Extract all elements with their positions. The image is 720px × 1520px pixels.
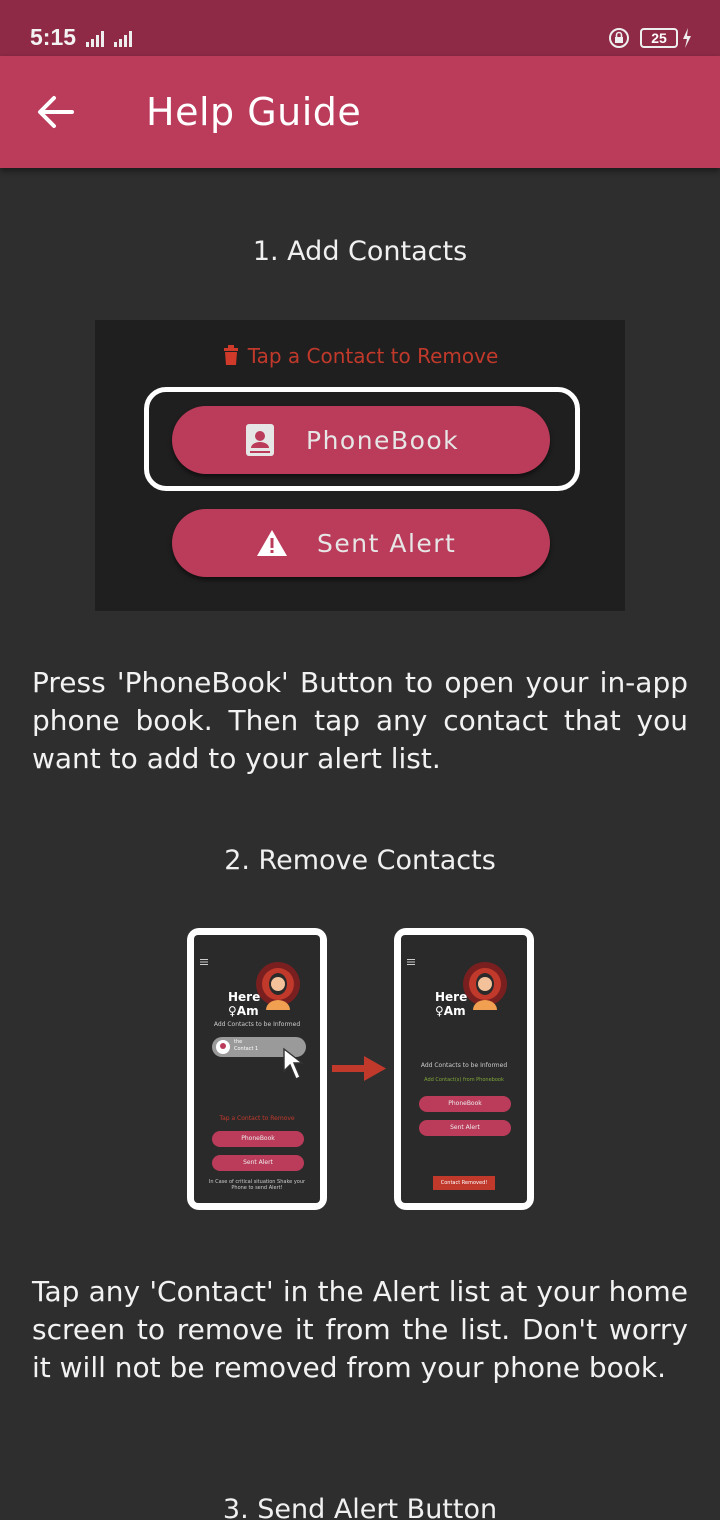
- contact-line1: the: [234, 1039, 243, 1045]
- mini-phonebook: PhoneBook: [419, 1096, 511, 1112]
- phonebook-button-sample: PhoneBook: [172, 406, 550, 474]
- subtitle2: Add Contact(s) from Phonebook: [424, 1077, 504, 1083]
- menu-icon: [407, 959, 415, 965]
- section-heading-send-alert: 3. Send Alert Button: [222, 1494, 498, 1520]
- contact-line2: Contact 1: [234, 1046, 259, 1052]
- mini-sent-alert: Sent Alert: [419, 1120, 511, 1136]
- subtitle: Add Contacts to be Informed: [420, 1062, 508, 1069]
- brand-text: Here ♀Am: [435, 990, 467, 1018]
- phone-before: Here ♀Am Add Contacts to be Informed the …: [187, 928, 327, 1210]
- arrow-right-icon: [332, 1056, 386, 1081]
- contact-avatar-icon: [216, 1040, 230, 1054]
- signal-icon: [86, 31, 104, 47]
- brand-am: ♀Am: [435, 1004, 466, 1018]
- charging-icon: [683, 28, 691, 48]
- signal-icon: [114, 31, 132, 47]
- app-bar: Help Guide: [0, 56, 720, 168]
- mini-sent-alert: Sent Alert: [212, 1155, 304, 1171]
- brand-text: Here ♀Am: [228, 990, 260, 1018]
- toast-contact-removed: Contact Removed!: [433, 1176, 495, 1190]
- footer-note: In Case of critical situation Shake your…: [208, 1179, 306, 1191]
- mini-phonebook: PhoneBook: [212, 1131, 304, 1147]
- back-arrow-icon[interactable]: [36, 92, 76, 132]
- section-heading-remove-contacts: 2. Remove Contacts: [224, 845, 496, 876]
- menu-icon: [200, 959, 208, 965]
- phonebook-label: PhoneBook: [306, 426, 460, 455]
- sent-alert-label: Sent Alert: [317, 529, 457, 558]
- brand-here: Here: [228, 990, 261, 1004]
- add-contacts-illustration: Tap a Contact to Remove PhoneBook Sent A…: [95, 320, 625, 611]
- contact-book-icon: [246, 424, 274, 456]
- hint: Tap a Contact to Remove: [219, 1115, 295, 1122]
- hint-text: Tap a Contact to Remove: [247, 344, 499, 368]
- brand-am: ♀Am: [228, 1004, 259, 1018]
- add-contacts-description: Press 'PhoneBook' Button to open your in…: [32, 666, 688, 775]
- warning-icon: [257, 530, 287, 556]
- status-bar: 5:15 25: [0, 0, 720, 56]
- sent-alert-button-sample: Sent Alert: [172, 509, 550, 577]
- trash-icon: [223, 345, 238, 365]
- battery-indicator: 25: [640, 28, 678, 48]
- rotation-lock-icon: [609, 28, 629, 48]
- remove-contacts-description: Tap any 'Contact' in the Alert list at y…: [32, 1275, 688, 1384]
- brand-here: Here: [435, 990, 468, 1004]
- subtitle: Add Contacts to be Informed: [213, 1021, 301, 1028]
- hint-line: Tap a Contact to Remove: [95, 344, 625, 368]
- cursor-icon: [283, 1047, 305, 1080]
- section-heading-add-contacts: 1. Add Contacts: [252, 236, 468, 267]
- phone-after: Here ♀Am Add Contacts to be Informed Add …: [394, 928, 534, 1210]
- status-time: 5:15: [30, 24, 77, 50]
- page-title: Help Guide: [146, 90, 362, 134]
